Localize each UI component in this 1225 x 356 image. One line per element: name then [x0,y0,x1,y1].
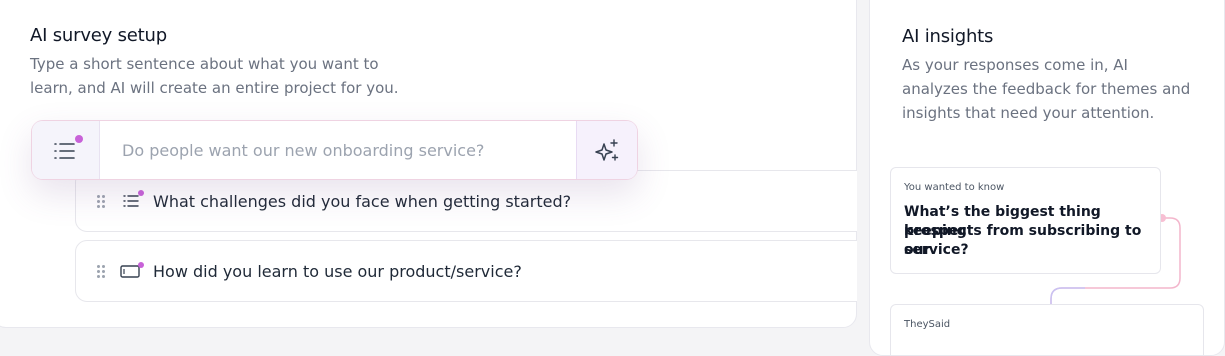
ai-prompt-bar [31,120,638,180]
question-card[interactable]: How did you learn to use our product/ser… [75,240,857,302]
question-text: How did you learn to use our product/ser… [153,262,522,281]
drag-handle-icon[interactable] [97,265,107,279]
drag-handle-icon[interactable] [97,195,107,209]
you-wanted-to-know-label: You wanted to know [904,182,1005,193]
ai-insights-card: AI insights As your responses come in, A… [869,0,1225,356]
theysaid-label: TheySaid [904,319,951,330]
theysaid-insight-card: TheySaid [890,304,1204,355]
question-insight-card: You wanted to know What’s the biggest th… [890,167,1161,274]
sparkle-icon [593,138,621,164]
prompt-input[interactable] [100,121,576,179]
list-icon [52,138,78,164]
accent-dot-icon [138,262,144,268]
insight-question-line-3: service? [904,242,969,258]
question-text: What challenges did you face when gettin… [153,192,572,211]
question-type-button[interactable] [32,121,100,179]
accent-dot-icon [138,190,144,196]
accent-dot-icon [75,135,83,143]
generate-button[interactable] [576,121,637,179]
